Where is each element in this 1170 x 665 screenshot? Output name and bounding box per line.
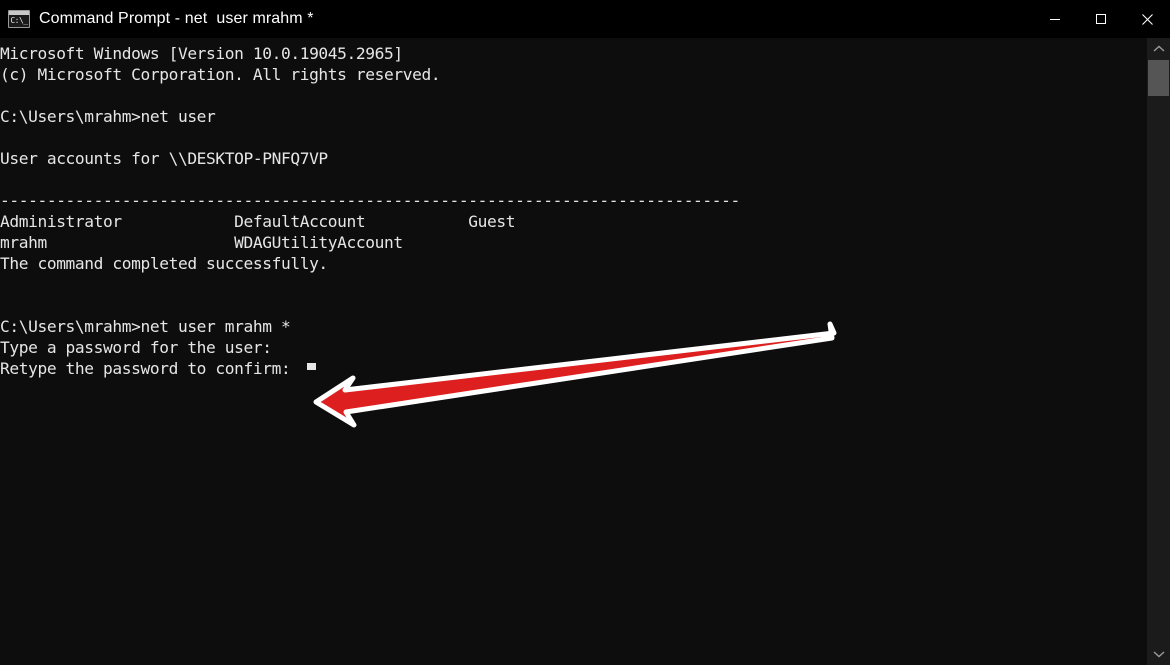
chevron-up-icon bbox=[1153, 45, 1164, 52]
scroll-up-button[interactable] bbox=[1147, 38, 1170, 60]
vertical-scrollbar[interactable] bbox=[1147, 38, 1170, 665]
window-controls bbox=[1032, 0, 1170, 38]
chevron-down-icon bbox=[1153, 651, 1164, 658]
console-text: Microsoft Windows [Version 10.0.19045.29… bbox=[0, 44, 740, 378]
command-prompt-window: C:\_ Command Prompt - net user mrahm * M… bbox=[0, 0, 1170, 665]
text-caret bbox=[307, 363, 316, 370]
maximize-button[interactable] bbox=[1078, 0, 1124, 38]
maximize-icon bbox=[1096, 14, 1106, 24]
icon-prompt-glyph: C:\_ bbox=[10, 16, 28, 25]
command-prompt-icon: C:\_ bbox=[8, 10, 30, 28]
scroll-down-button[interactable] bbox=[1147, 643, 1170, 665]
scrollbar-track[interactable] bbox=[1147, 60, 1170, 643]
minimize-icon bbox=[1050, 19, 1060, 20]
close-button[interactable] bbox=[1124, 0, 1170, 38]
terminal-output-area[interactable]: Microsoft Windows [Version 10.0.19045.29… bbox=[0, 38, 1147, 665]
minimize-button[interactable] bbox=[1032, 0, 1078, 38]
window-title: Command Prompt - net user mrahm * bbox=[39, 10, 314, 27]
title-bar[interactable]: C:\_ Command Prompt - net user mrahm * bbox=[0, 0, 1170, 38]
close-icon bbox=[1141, 13, 1153, 25]
scrollbar-thumb[interactable] bbox=[1148, 60, 1169, 96]
